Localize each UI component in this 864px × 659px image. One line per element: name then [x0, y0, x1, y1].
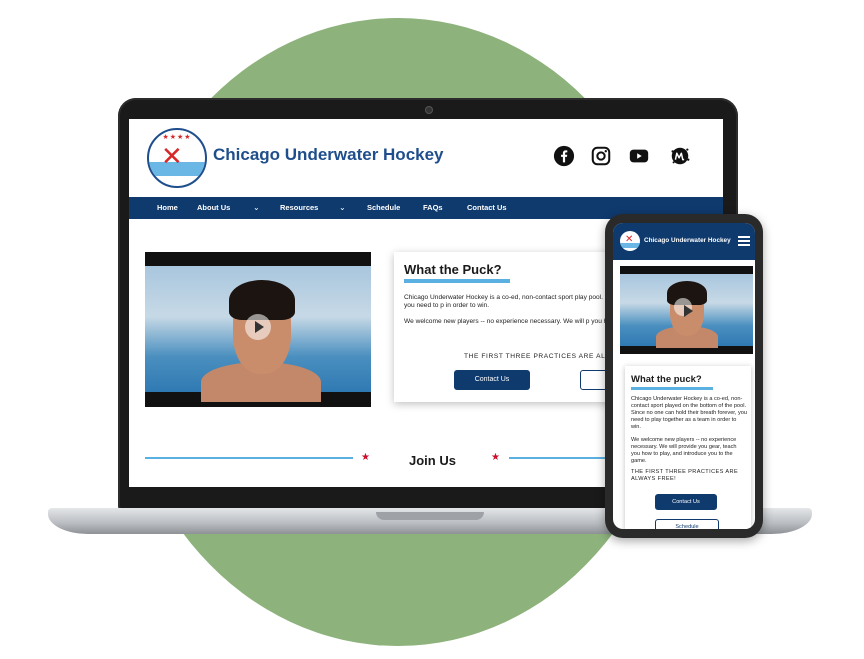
facebook-icon[interactable]	[553, 145, 575, 167]
meetup-icon[interactable]	[669, 145, 691, 167]
chevron-down-icon[interactable]: ⌄	[339, 197, 346, 219]
nav-item-schedule[interactable]: Schedule	[367, 197, 400, 219]
mobile-intro-card: What the puck? Chicago Underwater Hockey…	[625, 366, 751, 529]
hockey-sticks-icon: ✕	[625, 234, 634, 245]
hockey-sticks-icon: ✕	[161, 142, 183, 172]
mobile-paragraph-1: Chicago Underwater Hockey is a co-ed, no…	[631, 396, 747, 430]
free-practices-note: THE FIRST THREE PRACTICES ARE ALW	[464, 353, 612, 360]
mobile-intro-title: What the puck?	[631, 374, 702, 385]
play-icon[interactable]	[245, 314, 271, 340]
join-divider-left	[145, 457, 353, 459]
site-title[interactable]: Chicago Underwater Hockey	[213, 145, 444, 165]
star-icon: ★	[491, 452, 500, 463]
mobile-free-practices-note: THE FIRST THREE PRACTICES ARE ALWAYS FRE…	[631, 469, 739, 482]
laptop-notch	[376, 512, 484, 520]
contact-us-button[interactable]: Contact Us	[454, 370, 530, 390]
nav-item-contact-us[interactable]: Contact Us	[467, 197, 507, 219]
mobile-contact-us-button[interactable]: Contact Us	[655, 494, 717, 510]
star-icon: ★	[361, 452, 370, 463]
phone-screen: ✕ Chicago Underwater Hockey What the puc…	[613, 223, 755, 529]
mobile-schedule-button[interactable]: Schedule	[655, 519, 719, 529]
nav-item-resources[interactable]: Resources	[280, 197, 318, 219]
play-icon[interactable]	[674, 298, 693, 317]
youtube-icon[interactable]	[628, 145, 650, 167]
nav-item-home[interactable]: Home	[157, 197, 178, 219]
instagram-icon[interactable]	[590, 145, 612, 167]
mobile-logo[interactable]: ✕	[620, 231, 640, 251]
laptop-camera	[426, 107, 432, 113]
title-underline	[404, 279, 510, 283]
nav-item-faqs[interactable]: FAQs	[423, 197, 443, 219]
mobile-intro-video[interactable]	[620, 266, 753, 354]
join-us-heading: Join Us	[409, 453, 456, 468]
logo-stars: ★★★★	[162, 133, 192, 141]
chevron-down-icon[interactable]: ⌄	[253, 197, 260, 219]
title-underline	[631, 387, 713, 390]
hamburger-menu-icon[interactable]	[738, 236, 750, 238]
mobile-intro-text: Chicago Underwater Hockey is a co-ed, no…	[631, 396, 747, 465]
mobile-paragraph-2: We welcome new players -- no experience …	[631, 437, 737, 464]
nav-item-about-us[interactable]: About Us	[197, 197, 230, 219]
site-logo[interactable]: ★★★★ ✕	[147, 128, 207, 188]
site-header: ★★★★ ✕ Chicago Underwater Hockey	[129, 119, 723, 197]
mobile-site-title[interactable]: Chicago Underwater Hockey	[644, 237, 731, 244]
mobile-header: ✕ Chicago Underwater Hockey	[613, 223, 755, 260]
intro-video[interactable]	[145, 252, 371, 407]
intro-title: What the Puck?	[404, 262, 502, 277]
